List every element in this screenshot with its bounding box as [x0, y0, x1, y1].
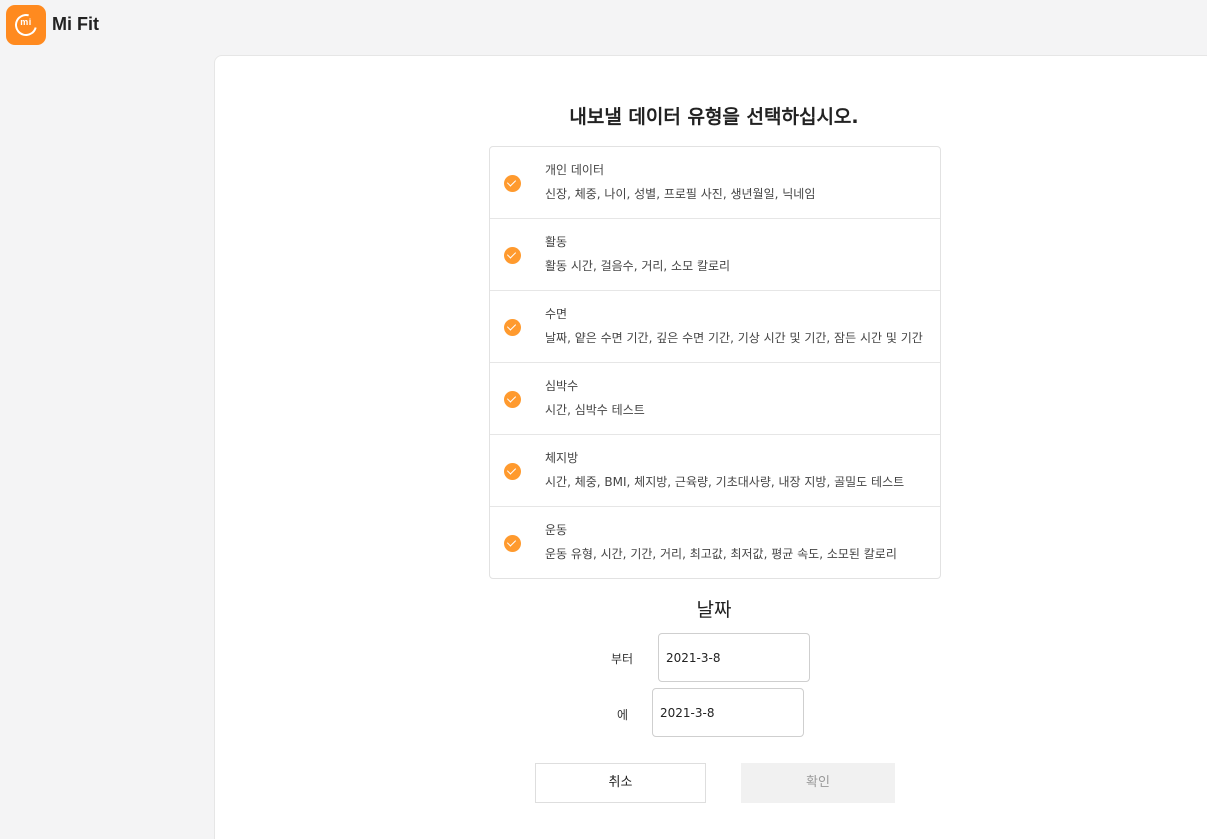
- page-heading: 내보낼 데이터 유형을 선택하십시오.: [569, 106, 859, 128]
- data-type-title: 개인 데이터: [545, 163, 605, 177]
- app-header: mi Mi Fit: [0, 0, 1207, 54]
- date-section-title: 날짜: [696, 599, 732, 621]
- data-type-title: 운동: [545, 523, 568, 537]
- check-icon[interactable]: [504, 318, 521, 336]
- data-type-item-activity[interactable]: 활동 활동 시간, 걸음수, 거리, 소모 칼로리: [490, 219, 940, 291]
- data-type-item-workout[interactable]: 운동 운동 유형, 시간, 기간, 거리, 최고값, 최저값, 평균 속도, 소…: [490, 507, 940, 578]
- data-type-description: 시간, 심박수 테스트: [545, 403, 645, 417]
- data-type-description: 시간, 체중, BMI, 체지방, 근육량, 기초대사량, 내장 지방, 골밀도…: [545, 475, 905, 489]
- check-icon[interactable]: [504, 534, 521, 552]
- data-type-title: 수면: [545, 307, 568, 321]
- date-from-label: 부터: [611, 652, 634, 666]
- data-type-item-heart-rate[interactable]: 심박수 시간, 심박수 테스트: [490, 363, 940, 435]
- data-type-item-body-fat[interactable]: 체지방 시간, 체중, BMI, 체지방, 근육량, 기초대사량, 내장 지방,…: [490, 435, 940, 507]
- data-type-description: 운동 유형, 시간, 기간, 거리, 최고값, 최저값, 평균 속도, 소모된 …: [545, 547, 897, 561]
- data-type-title: 심박수: [545, 379, 579, 393]
- data-type-description: 날짜, 얕은 수면 기간, 깊은 수면 기간, 기상 시간 및 기간, 잠든 시…: [545, 331, 923, 345]
- mi-logo-icon: mi: [6, 5, 46, 45]
- data-type-description: 활동 시간, 걸음수, 거리, 소모 칼로리: [545, 259, 731, 273]
- check-icon[interactable]: [504, 246, 521, 264]
- data-type-list: 개인 데이터 신장, 체중, 나이, 성별, 프로필 사진, 생년월일, 닉네임…: [489, 146, 941, 579]
- date-to-input[interactable]: [652, 688, 804, 737]
- confirm-button[interactable]: 확인: [741, 763, 895, 803]
- data-type-title: 활동: [545, 235, 568, 249]
- data-type-item-personal[interactable]: 개인 데이터 신장, 체중, 나이, 성별, 프로필 사진, 생년월일, 닉네임: [490, 147, 940, 219]
- cancel-button[interactable]: 취소: [535, 763, 706, 803]
- data-type-description: 신장, 체중, 나이, 성별, 프로필 사진, 생년월일, 닉네임: [545, 187, 816, 201]
- date-to-label: 에: [617, 708, 629, 722]
- check-icon[interactable]: [504, 390, 521, 408]
- data-type-item-sleep[interactable]: 수면 날짜, 얕은 수면 기간, 깊은 수면 기간, 기상 시간 및 기간, 잠…: [490, 291, 940, 363]
- check-icon[interactable]: [504, 462, 521, 480]
- app-title: Mi Fit: [52, 14, 99, 34]
- date-from-input[interactable]: [658, 633, 810, 682]
- check-icon[interactable]: [504, 174, 521, 192]
- data-type-title: 체지방: [545, 451, 579, 465]
